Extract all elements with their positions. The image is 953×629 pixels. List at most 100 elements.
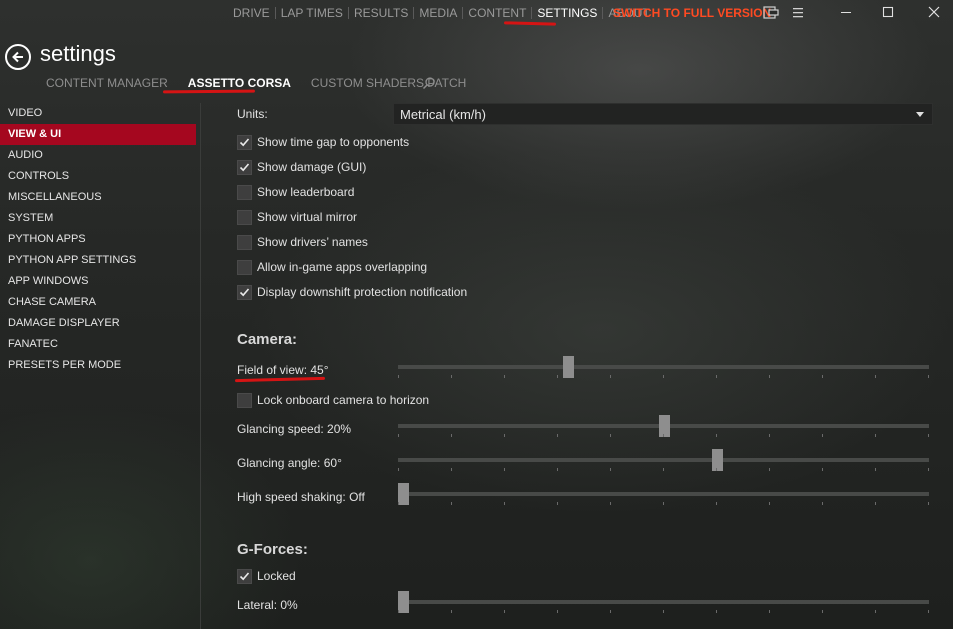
slider-thumb[interactable] <box>659 415 670 437</box>
checkbox-label: Locked <box>257 569 296 583</box>
lock-camera-horizon-checkbox[interactable]: Lock onboard camera to horizon <box>237 392 429 408</box>
minimize-icon[interactable] <box>834 2 858 22</box>
glancing-angle-slider[interactable] <box>398 449 929 471</box>
checkbox-box <box>237 568 252 584</box>
checkmark-icon <box>239 137 250 146</box>
slider-tick <box>398 610 399 613</box>
nav-media[interactable]: MEDIA <box>419 6 457 20</box>
slider-thumb[interactable] <box>398 483 409 505</box>
sidebar-item-miscellaneous[interactable]: MISCELLANEOUS <box>0 187 196 208</box>
slider-tick <box>663 468 664 471</box>
checkbox-box <box>237 234 252 250</box>
slider-tick <box>504 502 505 505</box>
slider-thumb[interactable] <box>563 356 574 378</box>
slider-track <box>398 365 929 369</box>
downshift-protection-checkbox[interactable]: Display downshift protection notificatio… <box>237 284 467 300</box>
sidebar-item-system[interactable]: SYSTEM <box>0 208 196 229</box>
units-label: Units: <box>237 107 268 121</box>
slider-tick <box>716 610 717 613</box>
sidebar-item-damage-displayer[interactable]: DAMAGE DISPLAYER <box>0 313 196 334</box>
show-time-gap-checkbox[interactable]: Show time gap to opponents <box>237 134 409 150</box>
settings-underline-mark <box>503 21 557 26</box>
slider-tick <box>716 468 717 471</box>
slider-tick <box>610 434 611 437</box>
sidebar-item-view-ui[interactable]: VIEW & UI <box>0 124 196 145</box>
nav-drive[interactable]: DRIVE <box>233 6 270 20</box>
slider-tick <box>769 375 770 378</box>
back-button[interactable] <box>5 44 31 70</box>
show-virtual-mirror-checkbox[interactable]: Show virtual mirror <box>237 209 357 225</box>
slider-tick <box>769 610 770 613</box>
slider-tick <box>822 434 823 437</box>
dropdown-arrow-icon <box>916 111 924 117</box>
slider-thumb[interactable] <box>398 591 409 613</box>
checkbox-label: Show damage (GUI) <box>257 160 367 174</box>
sidebar-item-app-windows[interactable]: APP WINDOWS <box>0 271 196 292</box>
nav-separator <box>413 7 415 19</box>
nav-settings[interactable]: SETTINGS <box>537 6 597 20</box>
maximize-icon[interactable] <box>876 2 900 22</box>
slider-tick <box>769 502 770 505</box>
search-icon[interactable] <box>422 76 436 90</box>
menu-icon[interactable] <box>786 2 810 22</box>
slider-tick <box>451 610 452 613</box>
sidebar-item-audio[interactable]: AUDIO <box>0 145 196 166</box>
tab-assetto-corsa[interactable]: ASSETTO CORSA <box>188 76 291 90</box>
sidebar-divider <box>200 103 201 629</box>
checkbox-label: Show virtual mirror <box>257 210 358 224</box>
slider-tick <box>822 468 823 471</box>
field-of-view-underline-mark <box>234 376 326 383</box>
slider-thumb[interactable] <box>712 449 723 471</box>
checkbox-label: Lock onboard camera to horizon <box>257 393 430 407</box>
allow-app-overlapping-checkbox[interactable]: Allow in-game apps overlapping <box>237 259 427 275</box>
slider-tick <box>504 610 505 613</box>
sidebar-item-controls[interactable]: CONTROLS <box>0 166 196 187</box>
high-speed-shaking-slider[interactable] <box>398 483 929 505</box>
nav-lap-times[interactable]: LAP TIMES <box>281 6 343 20</box>
settings-tabs: CONTENT MANAGER ASSETTO CORSA CUSTOM SHA… <box>46 76 486 90</box>
sidebar-item-chase-camera[interactable]: CHASE CAMERA <box>0 292 196 313</box>
sidebar-item-python-apps[interactable]: PYTHON APPS <box>0 229 196 250</box>
checkbox-label: Show time gap to opponents <box>257 135 410 149</box>
nav-separator <box>462 7 464 19</box>
slider-tick <box>716 434 717 437</box>
slider-tick <box>875 610 876 613</box>
feedback-icon[interactable] <box>759 2 783 22</box>
sidebar-item-python-app-settings[interactable]: PYTHON APP SETTINGS <box>0 250 196 271</box>
tab-custom-shaders-patch[interactable]: CUSTOM SHADERS PATCH <box>311 76 466 90</box>
checkbox-box <box>237 392 252 408</box>
glancing-speed-label: Glancing speed: 20% <box>237 422 352 436</box>
field-of-view-slider[interactable] <box>398 356 929 378</box>
nav-results[interactable]: RESULTS <box>354 6 408 20</box>
arrow-left-icon <box>12 51 23 63</box>
close-icon[interactable] <box>922 2 946 22</box>
nav-content[interactable]: CONTENT <box>468 6 526 20</box>
checkbox-label: Show leaderboard <box>257 185 355 199</box>
slider-tick <box>610 610 611 613</box>
show-leaderboard-checkbox[interactable]: Show leaderboard <box>237 184 354 200</box>
slider-tick <box>557 434 558 437</box>
units-dropdown[interactable]: Metrical (km/h) <box>393 103 933 125</box>
slider-tick <box>504 468 505 471</box>
field-of-view-label: Field of view: 45° <box>237 363 329 377</box>
tab-content-manager[interactable]: CONTENT MANAGER <box>46 76 168 90</box>
show-drivers-names-checkbox[interactable]: Show drivers’ names <box>237 234 368 250</box>
slider-tick <box>398 375 399 378</box>
switch-to-full-version-link[interactable]: SWITCH TO FULL VERSION <box>613 6 771 20</box>
checkbox-box <box>237 134 252 150</box>
sidebar-item-video[interactable]: VIDEO <box>0 103 196 124</box>
g-forces-locked-checkbox[interactable]: Locked <box>237 568 296 584</box>
show-damage-checkbox[interactable]: Show damage (GUI) <box>237 159 366 175</box>
nav-separator <box>531 7 533 19</box>
slider-tick <box>504 434 505 437</box>
slider-tick <box>769 434 770 437</box>
nav-separator <box>274 7 276 19</box>
assetto-corsa-underline-mark <box>162 89 256 94</box>
slider-tick <box>928 502 929 505</box>
glancing-speed-slider[interactable] <box>398 415 929 437</box>
lateral-slider[interactable] <box>398 591 929 613</box>
slider-tick <box>557 468 558 471</box>
sidebar-item-presets-per-mode[interactable]: PRESETS PER MODE <box>0 355 196 376</box>
sidebar-item-fanatec[interactable]: FANATEC <box>0 334 196 355</box>
slider-tick <box>398 502 399 505</box>
